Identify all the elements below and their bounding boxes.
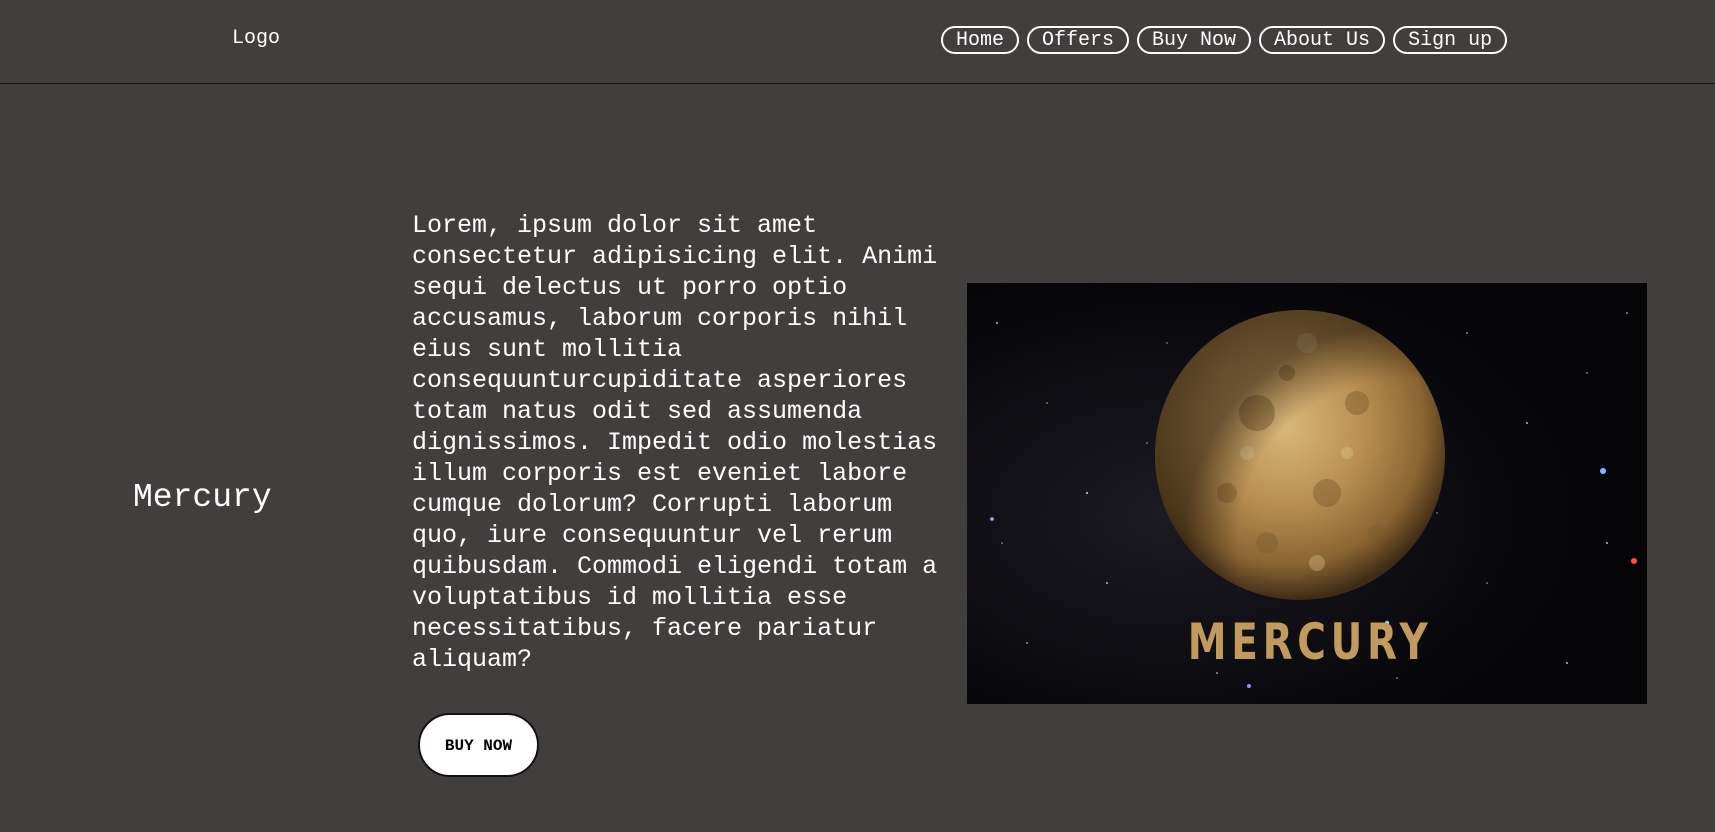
nav-sign-up-link[interactable]: Sign up	[1393, 26, 1508, 54]
mercury-planet-image: MERCURY	[967, 283, 1647, 704]
planet-title: Mercury	[133, 479, 272, 516]
site-header: Logo Home Offers Buy Now About Us Sign u…	[0, 0, 1715, 84]
nav-about-us-link[interactable]: About Us	[1259, 26, 1386, 54]
main-nav: Home Offers Buy Now About Us Sign up	[941, 26, 1508, 54]
planet-description: Lorem, ipsum dolor sit amet consectetur …	[412, 211, 938, 674]
buy-now-button[interactable]: BUY NOW	[418, 713, 539, 777]
nav-home-link[interactable]: Home	[941, 26, 1020, 54]
image-caption: MERCURY	[1187, 613, 1433, 671]
nav-offers-link[interactable]: Offers	[1027, 26, 1130, 54]
logo[interactable]: Logo	[232, 27, 280, 51]
nav-buy-now-link[interactable]: Buy Now	[1137, 26, 1252, 54]
